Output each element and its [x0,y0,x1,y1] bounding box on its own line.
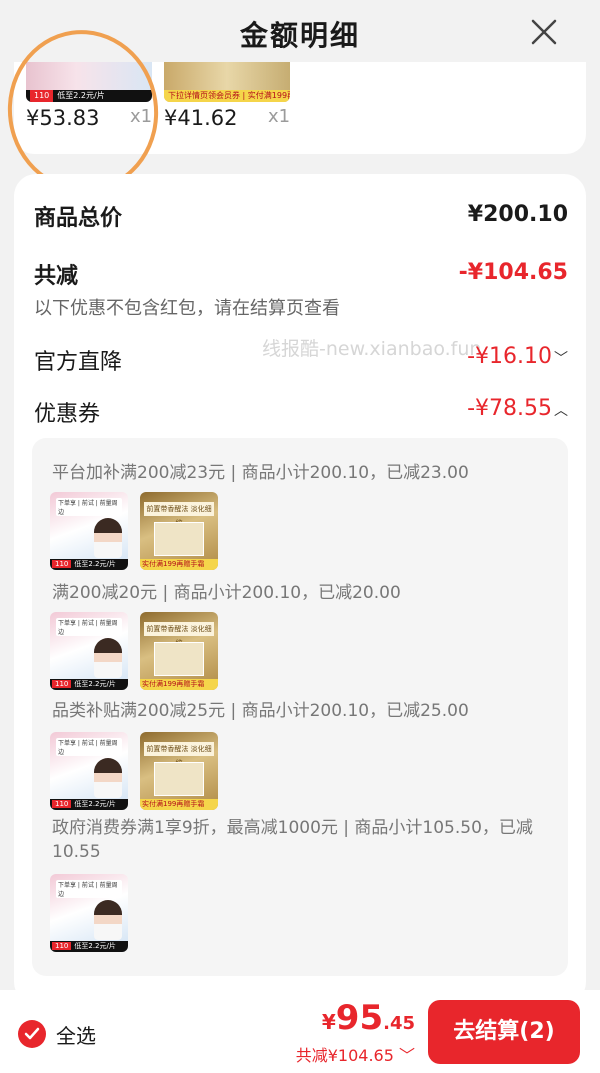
price-detail-card: 商品总价 ¥200.10 共减 -¥104.65 以下优惠不包含红包，请在结算页… [14,174,586,1004]
coupon-line-2: 满200减20元 | 商品小计200.10，已减20.00 [52,583,401,603]
coupon-line-3: 品类补贴满200减25元 | 商品小计200.10，已减25.00 [52,701,469,721]
product-qty-1: x1 [130,106,153,127]
price-decimal: .45 [383,1013,415,1034]
coupon-line-4: 政府消费券满1享9折，最高减1000元 | 商品小计105.50，已减10.55 [52,818,533,862]
image-caption: 前置带香醒法 淡化细纹 [144,742,214,767]
image-caption: 下单享 | 前试 | 前量周边 [56,880,122,898]
total-discount-toggle[interactable]: 共减¥104.65 ﹀ [296,1042,415,1066]
checkout-bar: 全选 ¥95.45 共减¥104.65 ﹀ 去结算(2) [0,990,600,1073]
coupon-line-1: 平台加补满200减23元 | 商品小计200.10，已减23.00 [52,463,469,483]
thumbnail-badge: 110 [30,90,54,102]
image-band-text: 实付满199再赠手霜 [140,559,218,570]
image-caption: 下单享 | 前试 | 前量周边 [56,738,122,756]
discount-note: 以下优惠不包含红包，请在结算页查看 [34,298,340,319]
official-drop-label[interactable]: 官方直降 [34,344,122,376]
product-image-a: 下单享 | 前试 | 前量周边 110 低至2.2元/片 [50,612,128,690]
total-discount-text: 共减¥104.65 [295,1046,394,1065]
image-badge: 110 [52,800,72,808]
product-image-b: 前置带香醒法 淡化细纹 实付满199再赠手霜 [140,492,218,570]
watermark: 线报酷-new.xianbao.fun [262,338,482,360]
coupon-detail-panel: 平台加补满200减23元 | 商品小计200.10，已减23.00 下单享 | … [32,438,568,976]
checkout-button[interactable]: 去结算(2) [428,1000,580,1064]
close-icon[interactable] [528,16,560,48]
image-badge: 110 [52,680,72,688]
thumbnail-band: 110 低至2.2元/片 [26,90,152,102]
image-badge: 110 [52,942,72,950]
image-caption: 前置带香醒法 淡化细纹 [144,502,214,527]
product-price-1: ¥53.83 [26,106,100,130]
product-thumbnail-2[interactable]: 下拉详情页领会员券 | 实付满199再赠手霜 [164,62,290,102]
thumbnail-band-text: 低至2.2元/片 [57,91,105,100]
image-band: 110 低至2.2元/片 [50,941,128,952]
image-band-text: 低至2.2元/片 [74,680,116,688]
chevron-down-icon: ﹀ [554,351,568,367]
coupon-toggle[interactable]: -¥78.55 ︿ [467,396,568,421]
product-image-b: 前置带香醒法 淡化细纹 实付满199再赠手霜 [140,612,218,690]
image-band-text: 低至2.2元/片 [74,942,116,950]
chevron-up-icon: ︿ [554,403,568,419]
product-image-a: 下单享 | 前试 | 前量周边 110 低至2.2元/片 [50,732,128,810]
image-band: 110 低至2.2元/片 [50,799,128,810]
discount-label: 共减 [34,264,79,289]
chevron-down-icon: ﹀ [398,1046,415,1065]
image-band-text: 低至2.2元/片 [74,800,116,808]
check-icon [24,1027,40,1040]
amount-detail-page: 金额明细 110低至2.2元/片 下拉详情页领会员券 | 实付满199再赠手霜 … [0,0,600,1073]
image-band-text: 实付满199再赠手霜 [140,799,218,810]
goods-total-value: ¥200.10 [467,202,568,227]
product-image-a: 下单享 | 前试 | 前量周边 110 低至2.2元/片 [50,492,128,570]
header: 金额明细 [0,0,600,70]
product-image-b: 前置带香醒法 淡化细纹 实付满199再赠手霜 [140,732,218,810]
official-drop-value: -¥16.10 [467,344,552,369]
select-all-label[interactable]: 全选 [56,1020,96,1049]
product-price-2: ¥41.62 [164,106,238,130]
discount-value: -¥104.65 [458,260,568,285]
image-band-text: 低至2.2元/片 [74,560,116,568]
image-caption: 下单享 | 前试 | 前量周边 [56,618,122,636]
price-integer: 95 [335,998,384,1038]
product-thumbnail-1[interactable]: 110 低至2.2元/片 [26,62,152,102]
total-price: ¥95.45 [322,998,415,1038]
page-title: 金额明细 [239,19,360,52]
goods-total-label: 商品总价 [34,206,123,231]
image-band: 110 低至2.2元/片 [50,679,128,690]
price-symbol: ¥ [321,1010,336,1034]
thumbnail-band-text: 下拉详情页领会员券 | 实付满199再赠手霜 [164,90,290,102]
official-drop-toggle[interactable]: -¥16.10 ﹀ [467,344,568,369]
product-image-a: 下单享 | 前试 | 前量周边 110 低至2.2元/片 [50,874,128,952]
image-caption: 下单享 | 前试 | 前量周边 [56,498,122,516]
coupon-value: -¥78.55 [467,396,552,421]
select-all-checkbox[interactable] [18,1020,46,1048]
product-strip: 110低至2.2元/片 下拉详情页领会员券 | 实付满199再赠手霜 ¥53.8… [14,62,586,154]
product-qty-2: x1 [268,106,291,127]
image-caption: 前置带香醒法 淡化细纹 [144,622,214,647]
coupon-label[interactable]: 优惠券 [34,396,100,428]
image-band: 110 低至2.2元/片 [50,559,128,570]
image-badge: 110 [52,560,72,568]
image-band-text: 实付满199再赠手霜 [140,679,218,690]
